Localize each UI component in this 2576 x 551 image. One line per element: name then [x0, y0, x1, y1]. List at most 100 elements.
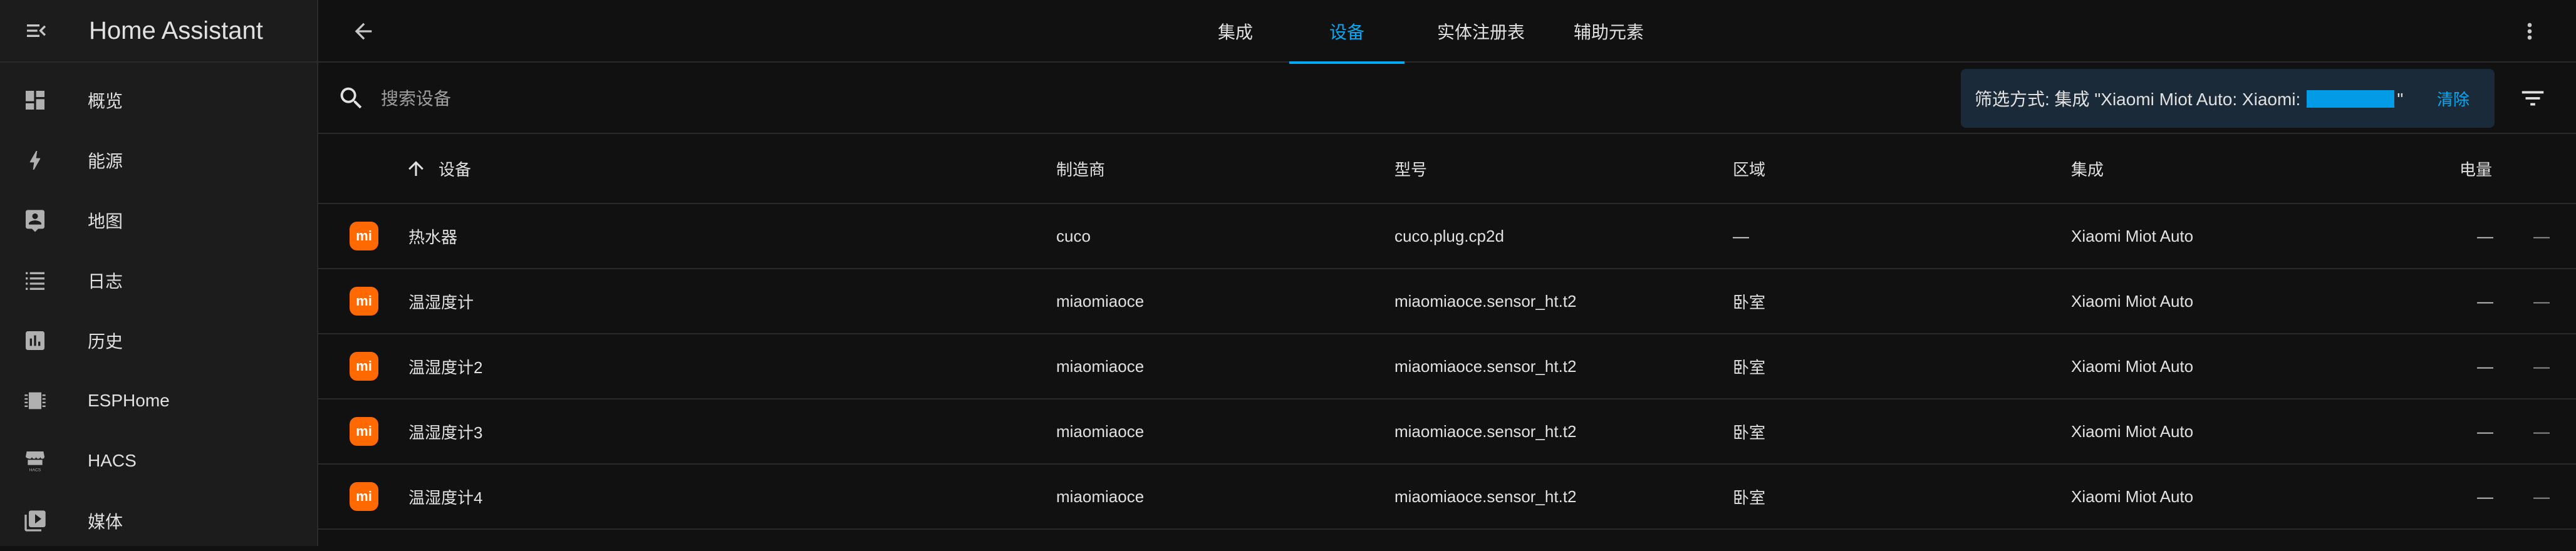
table-row[interactable]: mi 温湿度计4 miaomiaoce miaomiaoce.sensor_ht.t2… — [318, 465, 2576, 530]
model-cell: miaomiaoce.sensor_ht.t2 — [1394, 421, 1577, 441]
filter-description: 筛选方式: 集成 "Xiaomi Miot Auto: Xiaomi: " — [1975, 86, 2403, 111]
extra-cell: — — [2533, 421, 2550, 441]
search-input[interactable] — [380, 81, 946, 116]
column-header-device[interactable]: 设备 — [405, 134, 471, 203]
active-filter-chip: 筛选方式: 集成 "Xiaomi Miot Auto: Xiaomi: " 清除 — [1961, 69, 2495, 128]
table-row[interactable]: mi 热水器 cuco cuco.plug.cp2d — Xiaomi Miot Auto… — [318, 204, 2576, 269]
filter-suffix: " — [2397, 90, 2404, 109]
sidebar-item-logbook[interactable]: 日志 — [0, 250, 317, 311]
app-title: Home Assistant — [89, 16, 263, 44]
battery-cell: — — [2477, 421, 2493, 441]
menu-collapse-icon[interactable] — [20, 14, 53, 47]
tab-label: 设备 — [1329, 23, 1364, 42]
sidebar-item-label: 历史 — [88, 332, 123, 351]
area-cell: 卧室 — [1733, 488, 1766, 507]
sidebar-item-label: 能源 — [88, 152, 123, 171]
area-cell: 卧室 — [1733, 292, 1766, 312]
logbook-icon — [21, 267, 49, 294]
column-header-label: 集成 — [2071, 160, 2104, 179]
manufacturer-cell: miaomiaoce — [1056, 421, 1145, 441]
sidebar-item-media[interactable]: 媒体 — [0, 491, 317, 551]
extra-cell: — — [2533, 291, 2550, 311]
sidebar-item-label: 日志 — [88, 272, 123, 291]
extra-cell: — — [2533, 487, 2550, 506]
tab-helpers[interactable]: 辅助元素 — [1546, 0, 1671, 63]
column-header-area[interactable]: 区域 — [1733, 134, 1765, 203]
redacted-block — [2307, 90, 2395, 108]
dashboard-icon — [21, 86, 49, 114]
hacs-icon: HACS — [21, 447, 49, 475]
sidebar-header: Home Assistant — [0, 0, 317, 63]
tab-entity-registry[interactable]: 实体注册表 — [1418, 0, 1544, 63]
xiaomi-logo-icon: mi — [350, 482, 378, 511]
battery-cell: — — [2477, 226, 2493, 245]
xiaomi-logo-icon: mi — [350, 417, 378, 446]
manufacturer-cell: miaomiaoce — [1056, 487, 1145, 506]
model-cell: miaomiaoce.sensor_ht.t2 — [1394, 356, 1577, 376]
sidebar-item-history[interactable]: 历史 — [0, 311, 317, 371]
area-cell: 卧室 — [1733, 358, 1766, 377]
table-row[interactable]: mi 温湿度计 miaomiaoce miaomiaoce.sensor_ht.t2 卧… — [318, 269, 2576, 334]
tab-devices[interactable]: 设备 — [1289, 0, 1405, 64]
sidebar-item-map[interactable]: 地图 — [0, 190, 317, 250]
device-name-cell: 温湿度计3 — [408, 423, 483, 442]
model-cell: miaomiaoce.sensor_ht.t2 — [1394, 291, 1577, 311]
column-header-label: 区域 — [1733, 160, 1766, 179]
lightning-icon — [21, 147, 49, 174]
filter-icon[interactable] — [2518, 84, 2547, 113]
model-cell: miaomiaoce.sensor_ht.t2 — [1394, 487, 1577, 506]
table-header: 设备 制造商 型号 区域 集成 电量 — [318, 134, 2576, 204]
column-header-integration[interactable]: 集成 — [2071, 134, 2104, 203]
device-name-cell: 温湿度计 — [408, 292, 474, 312]
sort-ascending-icon — [408, 161, 423, 176]
area-cell: — — [1733, 226, 1749, 245]
overflow-menu-button[interactable] — [2512, 14, 2547, 49]
area-cell: 卧室 — [1733, 423, 1766, 442]
sidebar-item-label: 地图 — [88, 212, 123, 231]
clear-filter-button[interactable]: 清除 — [2437, 87, 2470, 110]
table-row[interactable]: mi 温湿度计3 miaomiaoce miaomiaoce.sensor_ht.t2… — [318, 399, 2576, 465]
media-play-icon — [21, 507, 49, 535]
sidebar-item-overview[interactable]: 概览 — [0, 70, 317, 130]
sidebar-item-hacs[interactable]: HACS HACS — [0, 431, 317, 491]
column-header-label: 电量 — [2459, 160, 2493, 179]
tab-label: 辅助元素 — [1573, 23, 1644, 42]
tab-label: 实体注册表 — [1436, 23, 1525, 42]
column-header-battery[interactable]: 电量 — [2459, 134, 2492, 203]
history-chart-icon — [21, 327, 49, 354]
search-filter-bar: 筛选方式: 集成 "Xiaomi Miot Auto: Xiaomi: " 清除 — [318, 63, 2576, 134]
extra-cell: — — [2533, 356, 2550, 376]
xiaomi-logo-icon: mi — [350, 287, 378, 316]
column-header-label: 设备 — [439, 160, 472, 179]
integration-cell: Xiaomi Miot Auto — [2071, 421, 2194, 441]
column-header-model[interactable]: 型号 — [1394, 134, 1427, 203]
device-name-cell: 温湿度计4 — [408, 488, 483, 507]
tab-integrations[interactable]: 集成 — [1188, 0, 1283, 63]
column-header-label: 型号 — [1394, 160, 1428, 179]
sidebar-item-label: 概览 — [88, 91, 123, 111]
map-icon — [21, 207, 49, 234]
column-header-manufacturer[interactable]: 制造商 — [1056, 134, 1105, 203]
device-name-cell: 热水器 — [408, 227, 458, 247]
arrow-left-icon — [355, 23, 372, 40]
table-row[interactable]: mi 温湿度计2 miaomiaoce miaomiaoce.sensor_ht.t2… — [318, 334, 2576, 399]
sidebar-item-label: 媒体 — [88, 512, 123, 532]
extra-cell: — — [2533, 226, 2550, 245]
sidebar: Home Assistant 概览 能源 地图 日志 历史 ESPHome HA… — [0, 0, 318, 546]
device-name-cell: 温湿度计2 — [408, 358, 483, 377]
svg-text:HACS: HACS — [29, 468, 41, 473]
column-header-label: 制造商 — [1056, 160, 1106, 179]
sidebar-item-label: HACS — [88, 451, 137, 470]
integration-cell: Xiaomi Miot Auto — [2071, 356, 2194, 376]
battery-cell: — — [2477, 487, 2493, 506]
tab-label: 集成 — [1217, 23, 1253, 42]
filter-prefix: 筛选方式: 集成 "Xiaomi Miot Auto: Xiaomi: — [1975, 90, 2301, 109]
devices-table: 设备 制造商 型号 区域 集成 电量 mi 热水器 cuco cuco.plug.cp… — [318, 134, 2576, 530]
back-button[interactable] — [346, 14, 381, 49]
sidebar-item-energy[interactable]: 能源 — [0, 130, 317, 190]
top-app-bar: 集成 设备 实体注册表 辅助元素 — [318, 0, 2576, 64]
model-cell: cuco.plug.cp2d — [1394, 226, 1504, 245]
manufacturer-cell: cuco — [1056, 226, 1091, 245]
manufacturer-cell: miaomiaoce — [1056, 291, 1145, 311]
sidebar-item-esphome[interactable]: ESPHome — [0, 371, 317, 431]
